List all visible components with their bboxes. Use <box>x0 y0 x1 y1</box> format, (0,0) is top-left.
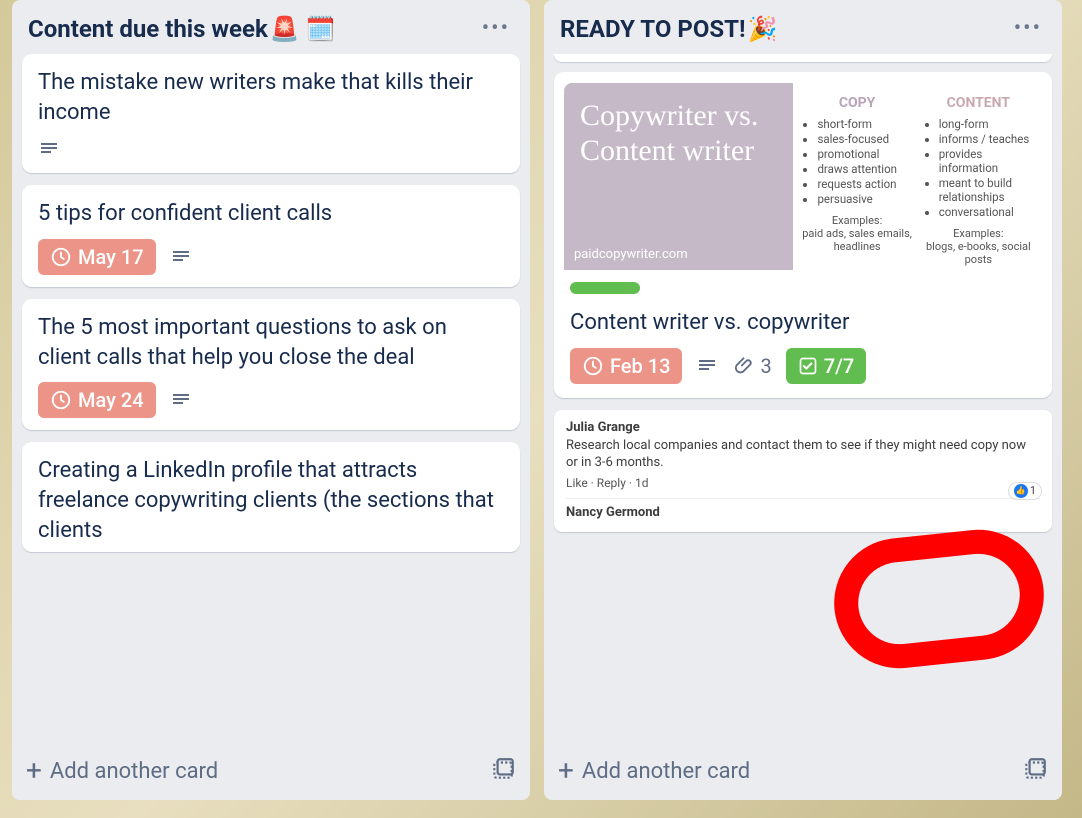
cover-left: Copywriter vs. Content writer paidcopywr… <box>564 83 793 270</box>
reaction-badge[interactable]: 👍 1 <box>1008 482 1042 500</box>
comment-actions: Like · Reply · 1d <box>566 476 1040 490</box>
attachment-count: 3 <box>760 354 771 378</box>
add-card-button[interactable]: + Add another card <box>26 757 480 785</box>
list-title-emoji: 🎉 <box>748 15 778 43</box>
card-title: The 5 most important questions to ask on… <box>38 313 504 372</box>
due-date-badge[interactable]: May 17 <box>38 239 156 275</box>
list-title[interactable]: Content due this week 🚨 🗓️ <box>28 15 336 43</box>
add-card-label: Add another card <box>50 759 218 784</box>
card-title: Creating a LinkedIn profile that attract… <box>38 456 504 545</box>
list-ready-to-post: READY TO POST! 🎉 ••• Copywriter vs. Cont… <box>544 0 1062 800</box>
description-icon <box>170 388 194 412</box>
attachment-badge: 3 <box>734 354 771 378</box>
description-icon <box>170 245 194 269</box>
comment-author: Julia Grange <box>566 420 1040 435</box>
card-footer: Feb 13 3 7/7 <box>570 348 1036 384</box>
clock-icon <box>50 246 72 268</box>
cover-copy-examples: Examples: paid ads, sales emails, headli… <box>801 214 912 253</box>
cover-copy-list: short-form sales-focused promotional dra… <box>801 117 912 206</box>
card-cover: Copywriter vs. Content writer paidcopywr… <box>564 83 1042 270</box>
list-title-emoji: 🚨 🗓️ <box>270 15 336 43</box>
card[interactable]: Julia Grange Research local companies an… <box>554 410 1052 532</box>
card[interactable]: Creating a LinkedIn profile that attract… <box>22 442 520 552</box>
card[interactable]: The 5 most important questions to ask on… <box>22 299 520 430</box>
card-footer: May 17 <box>38 239 504 275</box>
list-title-text: READY TO POST! <box>560 15 746 43</box>
plus-icon: + <box>558 757 574 785</box>
description-icon <box>38 137 62 161</box>
label-green[interactable] <box>570 282 640 294</box>
list-footer: + Add another card <box>544 744 1062 800</box>
list-footer: + Add another card <box>12 744 530 800</box>
add-card-button[interactable]: + Add another card <box>558 757 1012 785</box>
list-header: READY TO POST! 🎉 ••• <box>544 0 1062 54</box>
list-content-due: Content due this week 🚨 🗓️ ••• The mista… <box>12 0 530 800</box>
card-title: Content writer vs. copywriter <box>570 308 1036 338</box>
checklist-count: 7/7 <box>824 354 855 378</box>
template-icon[interactable] <box>1022 756 1048 786</box>
comment-divider: Nancy Germond <box>566 498 1040 520</box>
due-date-badge[interactable]: May 24 <box>38 382 156 418</box>
annotation-circle <box>828 523 1050 674</box>
checklist-icon <box>798 356 818 376</box>
cover-content-heading: CONTENT <box>923 95 1034 111</box>
card-footer <box>38 137 504 161</box>
list-title[interactable]: READY TO POST! 🎉 <box>560 15 777 43</box>
cover-content-list: long-form informs / teaches provides inf… <box>923 117 1034 219</box>
card-peek[interactable] <box>554 54 1052 62</box>
list-body: The mistake new writers make that kills … <box>12 54 530 744</box>
list-header: Content due this week 🚨 🗓️ ••• <box>12 0 530 54</box>
comment-text: Research local companies and contact the… <box>566 437 1040 472</box>
description-icon <box>696 354 720 378</box>
cover-content-col: CONTENT long-form informs / teaches prov… <box>923 95 1034 266</box>
list-body: Copywriter vs. Content writer paidcopywr… <box>544 54 1062 744</box>
checklist-badge: 7/7 <box>786 348 867 384</box>
template-icon[interactable] <box>490 756 516 786</box>
due-date-text: May 24 <box>78 388 144 412</box>
add-card-label: Add another card <box>582 759 750 784</box>
card[interactable]: 5 tips for confident client calls May 17 <box>22 185 520 287</box>
due-date-text: May 17 <box>78 245 144 269</box>
card-title: The mistake new writers make that kills … <box>38 68 504 127</box>
clock-icon <box>582 355 604 377</box>
cover-title: Copywriter vs. Content writer <box>580 99 777 168</box>
plus-icon: + <box>26 757 42 785</box>
cover-content-examples: Examples: blogs, e-books, social posts <box>923 227 1034 266</box>
clock-icon <box>50 389 72 411</box>
list-title-text: Content due this week <box>28 15 268 43</box>
cover-site: paidcopywriter.com <box>574 247 688 262</box>
comment-author: Nancy Germond <box>566 505 1040 520</box>
due-date-badge[interactable]: Feb 13 <box>570 348 682 384</box>
card-title: 5 tips for confident client calls <box>38 199 504 229</box>
like-icon: 👍 <box>1014 484 1028 498</box>
cover-right: COPY short-form sales-focused promotiona… <box>793 83 1042 270</box>
card[interactable]: Copywriter vs. Content writer paidcopywr… <box>554 72 1052 398</box>
card[interactable]: The mistake new writers make that kills … <box>22 54 520 173</box>
list-menu-button[interactable]: ••• <box>1010 14 1046 44</box>
reaction-count: 1 <box>1030 484 1036 497</box>
due-date-text: Feb 13 <box>610 354 670 378</box>
cover-copy-heading: COPY <box>801 95 912 111</box>
list-menu-button[interactable]: ••• <box>478 14 514 44</box>
card-footer: May 24 <box>38 382 504 418</box>
cover-copy-col: COPY short-form sales-focused promotiona… <box>801 95 912 266</box>
paperclip-icon <box>734 355 756 377</box>
